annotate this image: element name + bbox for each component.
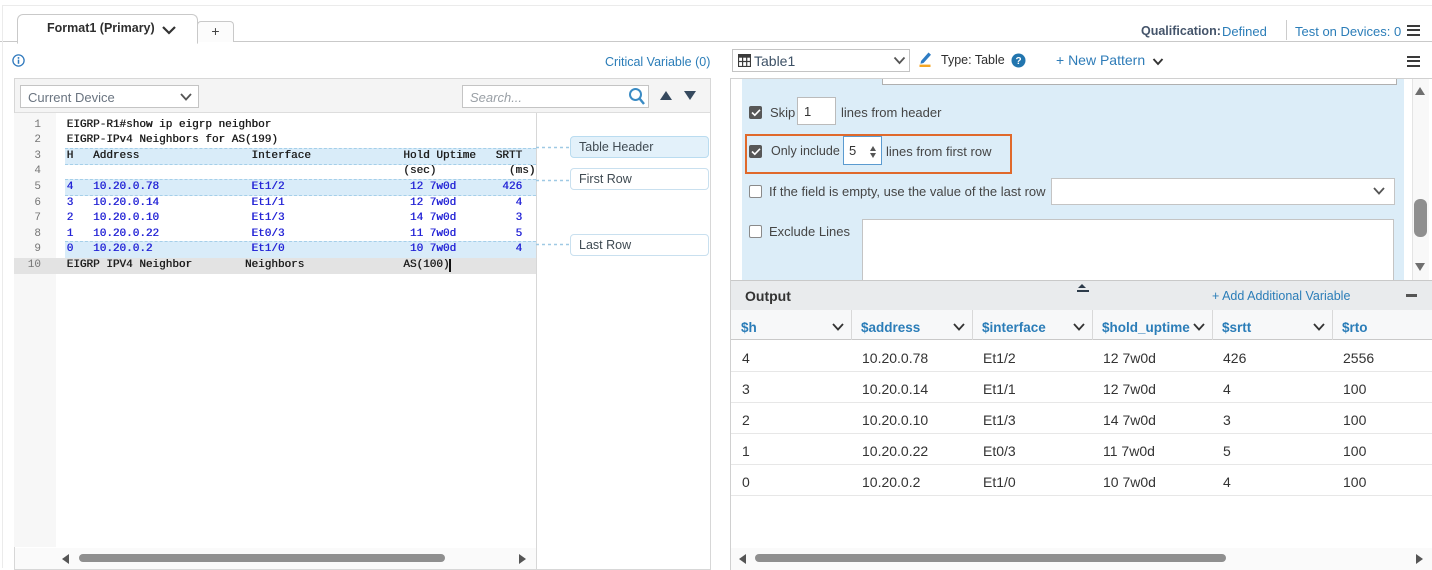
svg-text:?: ?: [1015, 56, 1021, 67]
